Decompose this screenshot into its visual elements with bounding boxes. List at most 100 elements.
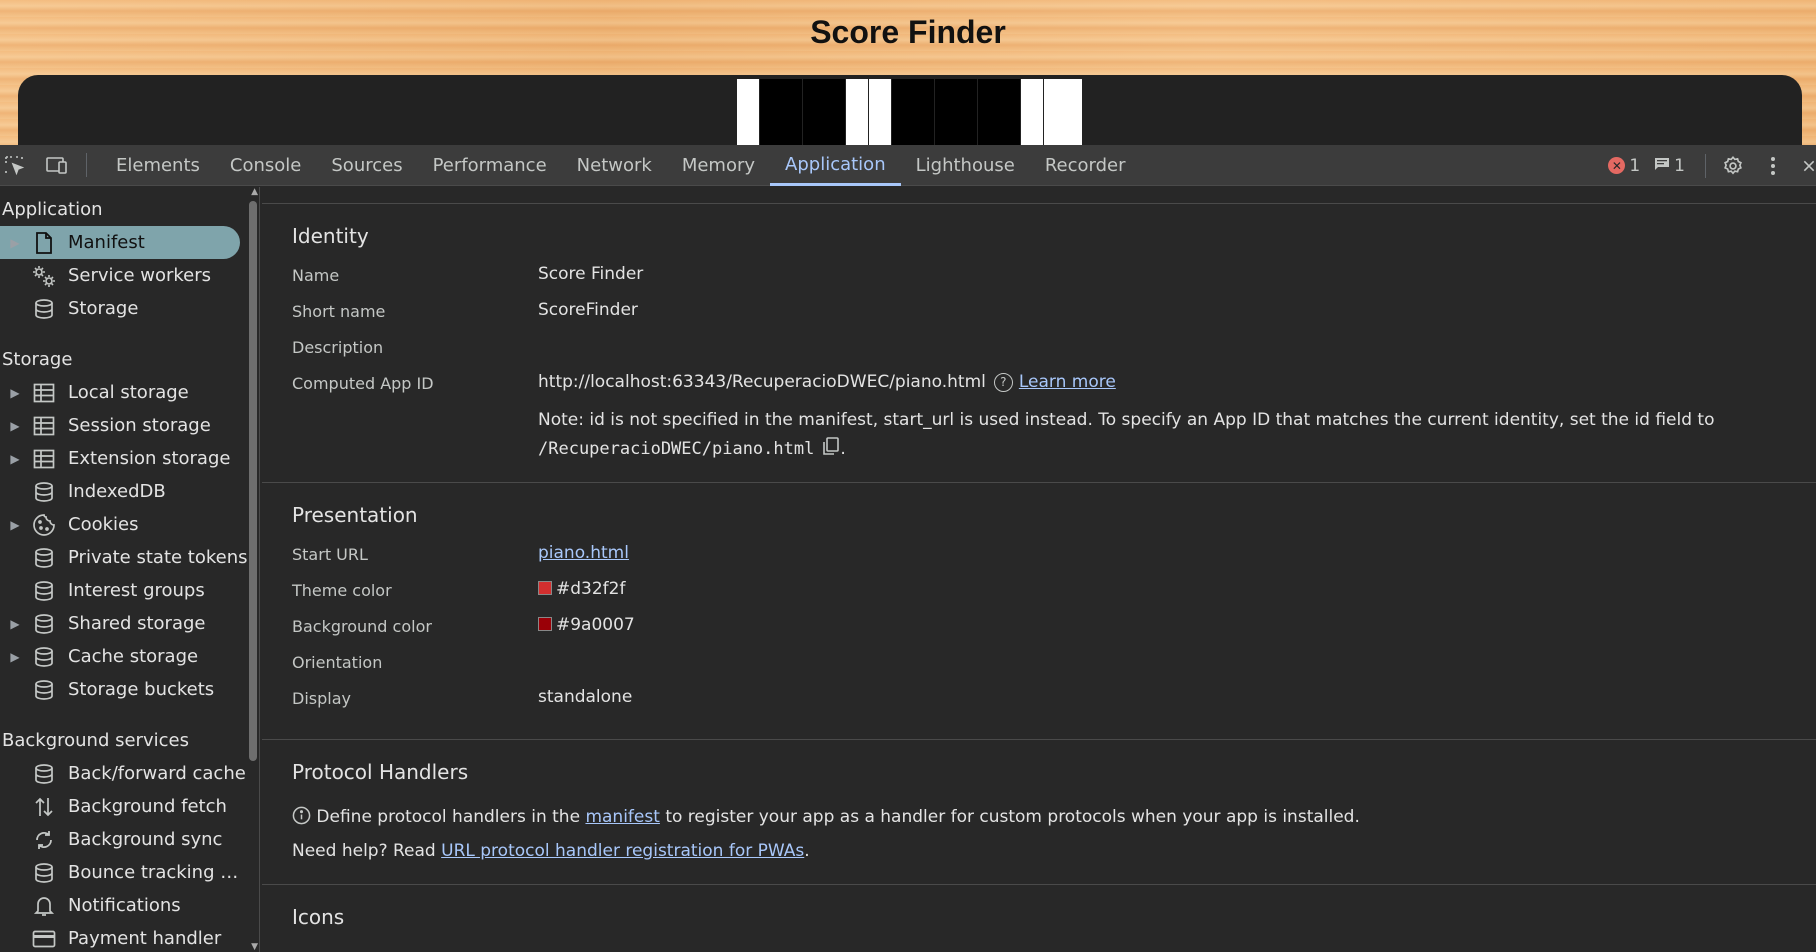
sidebar-item-background-fetch[interactable]: Background fetch [0, 790, 259, 823]
sidebar-item-label: Shared storage [68, 613, 206, 634]
settings-gear-icon[interactable] [1720, 153, 1746, 179]
sidebar-item-label: Interest groups [68, 580, 205, 601]
start-url-label: Start URL [292, 545, 368, 564]
sidebar-item-label: Local storage [68, 382, 189, 403]
copy-icon[interactable] [822, 437, 840, 466]
sidebar-item-payment-handler[interactable]: Payment handler [0, 922, 259, 952]
tab-application[interactable]: Application [770, 145, 901, 186]
expand-caret-icon[interactable]: ▶ [0, 518, 30, 532]
scroll-up-icon[interactable]: ▲ [251, 187, 258, 197]
piano-white-key[interactable] [869, 79, 891, 145]
error-counter[interactable]: ✕ 1 [1608, 156, 1640, 176]
display-label: Display [292, 689, 351, 708]
protocol-text-after: to register your app as a handler for cu… [665, 807, 1360, 827]
start-url-link[interactable]: piano.html [538, 543, 629, 563]
sidebar-item-cookies[interactable]: ▶ Cookies [0, 508, 259, 541]
expand-caret-icon[interactable]: ▶ [0, 419, 30, 433]
protocol-help-link[interactable]: URL protocol handler registration for PW… [441, 841, 804, 861]
sidebar-item-label: Background fetch [68, 796, 227, 817]
piano-white-key[interactable] [1044, 79, 1082, 145]
protocol-text-before: Define protocol handlers in the [316, 807, 581, 827]
sidebar-item-label: Storage buckets [68, 679, 215, 700]
sidebar-item-manifest[interactable]: ▶ Manifest [0, 226, 240, 259]
theme-color-label: Theme color [292, 581, 392, 600]
piano-white-key[interactable] [737, 79, 759, 145]
sidebar-item-label: Extension storage [68, 448, 231, 469]
piano-white-key[interactable] [846, 79, 868, 145]
piano-white-key[interactable] [1021, 79, 1043, 145]
tab-elements[interactable]: Elements [101, 145, 215, 186]
piano-black-key[interactable] [892, 79, 934, 145]
sidebar-item-label: Private state tokens [68, 547, 248, 568]
sidebar-item-notifications[interactable]: Notifications [0, 889, 259, 922]
sidebar-item-storage[interactable]: Storage [0, 292, 259, 325]
presentation-title: Presentation [292, 503, 418, 527]
piano-black-key[interactable] [803, 79, 845, 145]
help-prefix: Need help? Read [292, 841, 436, 861]
file-icon [30, 231, 58, 255]
piano-black-key[interactable] [978, 79, 1020, 145]
orientation-row: Orientation [292, 651, 1816, 687]
error-count: 1 [1629, 155, 1641, 176]
expand-caret-icon[interactable]: ▶ [0, 650, 30, 664]
toolbar-divider [86, 153, 87, 177]
sidebar-item-shared-storage[interactable]: ▶ Shared storage [0, 607, 259, 640]
sidebar-item-local-storage[interactable]: ▶ Local storage [0, 376, 259, 409]
tab-memory[interactable]: Memory [667, 145, 770, 186]
sidebar-item-back-forward-cache[interactable]: Back/forward cache [0, 757, 259, 790]
piano-black-key[interactable] [935, 79, 977, 145]
toolbar-divider [1705, 153, 1706, 178]
sidebar-item-extension-storage[interactable]: ▶ Extension storage [0, 442, 259, 475]
close-devtools-icon[interactable] [1802, 153, 1816, 179]
sidebar-item-session-storage[interactable]: ▶ Session storage [0, 409, 259, 442]
sidebar-item-label: IndexedDB [68, 481, 166, 502]
page-title: Score Finder [810, 14, 1006, 50]
short-name-value: ScoreFinder [538, 300, 638, 320]
expand-caret-icon[interactable]: ▶ [0, 617, 30, 631]
sidebar-item-label: Background sync [68, 829, 223, 850]
sidebar-item-bounce-tracking[interactable]: Bounce tracking … [0, 856, 259, 889]
expand-caret-icon[interactable]: ▶ [0, 386, 30, 400]
tab-performance[interactable]: Performance [418, 145, 562, 186]
sidebar-item-label: Notifications [68, 895, 181, 916]
database-icon [30, 579, 58, 603]
help-icon[interactable]: ? [993, 372, 1013, 392]
background-color-label: Background color [292, 617, 432, 636]
sidebar-item-indexeddb[interactable]: IndexedDB [0, 475, 259, 508]
sidebar-item-label: Storage [68, 298, 139, 319]
piano-black-key[interactable] [760, 79, 802, 145]
learn-more-link[interactable]: Learn more [1019, 372, 1116, 392]
tab-sources[interactable]: Sources [316, 145, 417, 186]
identity-section: Identity Name Score Finder Short name Sc… [262, 203, 1816, 483]
presentation-section: Presentation Start URL piano.html Theme … [262, 483, 1816, 740]
sidebar-item-label: Bounce tracking … [68, 862, 239, 883]
manifest-link[interactable]: manifest [585, 807, 659, 827]
tab-network[interactable]: Network [562, 145, 667, 186]
sidebar-item-cache-storage[interactable]: ▶ Cache storage [0, 640, 259, 673]
tab-console[interactable]: Console [215, 145, 316, 186]
bell-icon [30, 894, 58, 918]
sidebar-item-storage-buckets[interactable]: Storage buckets [0, 673, 259, 706]
protocol-info: Define protocol handlers in the manifest… [292, 800, 1816, 834]
sidebar-item-background-sync[interactable]: Background sync [0, 823, 259, 856]
background-color-value: #9a0007 [556, 615, 635, 635]
database-icon [30, 645, 58, 669]
tab-recorder[interactable]: Recorder [1030, 145, 1141, 186]
tab-lighthouse[interactable]: Lighthouse [901, 145, 1030, 186]
expand-caret-icon[interactable]: ▶ [0, 452, 30, 466]
expand-caret-icon[interactable]: ▶ [0, 236, 30, 250]
sidebar-item-interest-groups[interactable]: Interest groups [0, 574, 259, 607]
scroll-down-icon[interactable]: ▼ [251, 942, 258, 952]
icons-title: Icons [292, 905, 345, 929]
more-options-icon[interactable] [1760, 153, 1786, 179]
display-value: standalone [538, 687, 633, 707]
device-toolbar-icon[interactable] [44, 152, 70, 178]
inspect-element-icon[interactable] [1, 152, 27, 178]
table-icon [30, 414, 58, 438]
sidebar-item-service-workers[interactable]: Service workers [0, 259, 259, 292]
sidebar-item-private-state-tokens[interactable]: Private state tokens [0, 541, 259, 574]
message-counter[interactable]: 1 [1654, 156, 1685, 176]
sidebar-scrollbar-thumb[interactable] [249, 201, 257, 761]
name-label: Name [292, 266, 340, 285]
sidebar-item-label: Manifest [68, 232, 145, 253]
